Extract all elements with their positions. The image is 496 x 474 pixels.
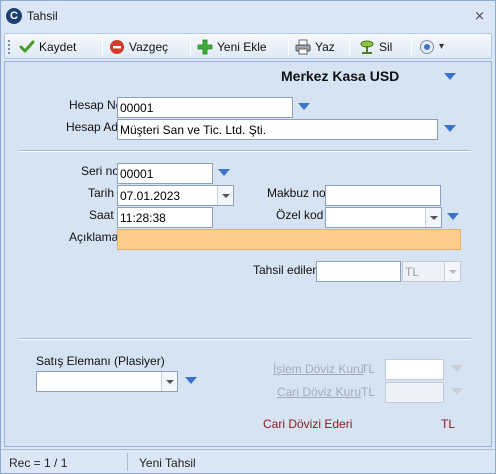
satis-elemani-dropdown-button[interactable] [161, 372, 177, 391]
toolbar-separator [349, 38, 350, 55]
dropdown-triangle-icon[interactable] [446, 212, 460, 222]
toolbar-separator [288, 38, 289, 55]
section-divider [19, 150, 471, 152]
dropdown-triangle-icon[interactable] [217, 168, 231, 178]
cari-dovizi-ederi-label: Cari Dövizi Ederi [263, 417, 353, 431]
toolbar: Kaydet Vazgeç Yeni Ekle Yaz Sil ▾ [4, 33, 492, 59]
dropdown-triangle-icon[interactable] [297, 102, 311, 112]
hesap-adi-label: Hesap Adı [66, 120, 122, 134]
status-mode: Yeni Tahsil [139, 456, 196, 470]
cari-doviz-kuru-field [385, 382, 444, 403]
islem-doviz-kuru-label: İşlem Döviz Kuru [273, 362, 364, 376]
title-bar: C Tahsil ⨯ [1, 1, 495, 31]
tahsil-window: C Tahsil ⨯ Kaydet Vazgeç Yeni Ekle Yaz S… [0, 0, 496, 474]
options-button[interactable]: ▾ [419, 37, 444, 56]
tarih-label: Tarih [88, 186, 115, 200]
cari-doviz-currency: TL [361, 385, 376, 399]
currency-select: TL [402, 261, 461, 282]
save-button[interactable]: Kaydet [19, 37, 76, 56]
tahsil-edilen-field[interactable] [316, 261, 401, 282]
tarih-field[interactable]: 07.01.2023 [117, 185, 234, 206]
delete-button[interactable]: Sil [359, 37, 392, 56]
seri-no-label: Seri no [81, 164, 120, 178]
tahsil-edilen-label: Tahsil edilen [253, 263, 320, 277]
islem-doviz-currency: TL [361, 362, 376, 376]
seri-no-field[interactable]: 00001 [117, 163, 213, 184]
new-label: Yeni Ekle [217, 39, 267, 54]
status-separator [127, 453, 128, 471]
options-icon [419, 39, 435, 55]
dropdown-triangle-icon [450, 387, 464, 397]
aciklama-field[interactable] [117, 229, 461, 250]
ozel-kod-label: Özel kod [276, 208, 324, 222]
aciklama-label: Açıklama [69, 230, 119, 244]
toolbar-separator [411, 38, 412, 55]
printer-icon [295, 39, 311, 55]
makbuz-no-field[interactable] [325, 185, 441, 206]
cari-dovizi-ederi-currency: TL [441, 417, 456, 431]
cancel-button[interactable]: Vazgeç [109, 37, 168, 56]
add-icon [197, 39, 213, 55]
currency-dropdown-button [444, 262, 460, 281]
ozel-kod-dropdown-button[interactable] [425, 208, 441, 227]
islem-doviz-kuru-field [385, 359, 444, 380]
toolbar-grip[interactable] [8, 40, 10, 54]
toolbar-separator [190, 38, 191, 55]
ozel-kod-field[interactable] [325, 207, 442, 228]
hesap-adi-field[interactable]: Müşteri San ve Tic. Ltd. Şti. [117, 119, 438, 140]
satis-elemani-label: Satış Elemanı (Plasiyer) [36, 354, 165, 368]
cancel-label: Vazgeç [129, 39, 169, 54]
date-dropdown-button[interactable] [217, 186, 233, 205]
currency-value: TL [405, 265, 420, 279]
record-indicator: Rec = 1 / 1 [9, 456, 68, 470]
makbuz-no-label: Makbuz no [267, 186, 326, 200]
dropdown-triangle-icon [450, 364, 464, 374]
app-logo-icon: C [6, 8, 22, 24]
saat-label: Saat [89, 208, 114, 222]
chevron-down-icon: ▾ [439, 41, 445, 52]
status-bar: Rec = 1 / 1 Yeni Tahsil [1, 449, 495, 473]
satis-elemani-field[interactable] [36, 371, 178, 392]
toolbar-separator [102, 38, 103, 55]
kasa-name: Merkez Kasa USD [281, 68, 400, 84]
hesap-no-label: Hesap No [69, 98, 123, 112]
window-title: Tahsil [27, 9, 58, 23]
cari-doviz-kuru-label: Cari Döviz Kuru [277, 385, 362, 399]
hesap-no-field[interactable]: 00001 [117, 97, 293, 118]
delete-label: Sil [379, 39, 393, 54]
section-divider [19, 338, 471, 340]
print-button[interactable]: Yaz [295, 37, 335, 56]
check-icon [19, 39, 35, 55]
save-label: Kaydet [39, 39, 77, 54]
new-button[interactable]: Yeni Ekle [197, 37, 267, 56]
tarih-value: 07.01.2023 [120, 189, 181, 203]
close-icon[interactable]: ⨯ [474, 8, 485, 24]
dropdown-triangle-icon[interactable] [443, 124, 457, 134]
dropdown-triangle-icon[interactable] [184, 376, 198, 386]
print-label: Yaz [315, 39, 335, 54]
delete-icon [359, 39, 375, 55]
form-panel: Merkez Kasa USD Hesap No 00001 Hesap Adı… [4, 61, 492, 447]
cancel-icon [109, 39, 125, 55]
saat-field[interactable]: 11:28:38 [117, 207, 213, 228]
dropdown-triangle-icon[interactable] [443, 72, 457, 82]
